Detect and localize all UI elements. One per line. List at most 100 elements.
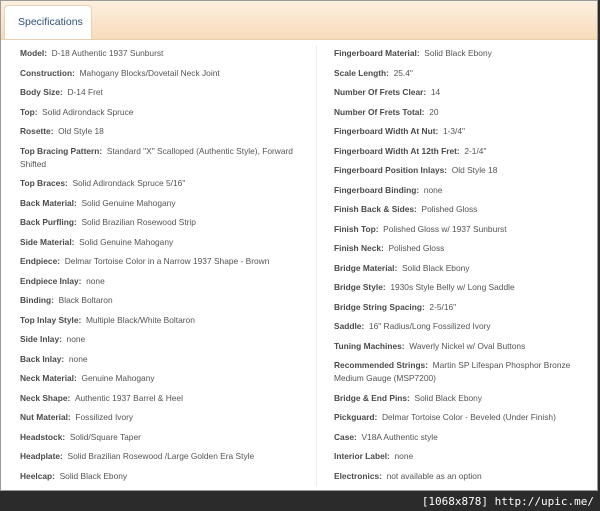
- spec-value: Polished Gloss: [388, 243, 445, 253]
- spec-row: Nut Material: Fossilized Ivory: [20, 411, 310, 424]
- spec-label: Top:: [20, 106, 38, 117]
- spec-label: Top Inlay Style:: [20, 314, 82, 325]
- spec-row: Top: Solid Adirondack Spruce: [20, 106, 310, 119]
- spec-row: Neck Shape: Authentic 1937 Barrel & Heel: [20, 392, 310, 405]
- spec-label: Neck Material:: [20, 373, 77, 384]
- spec-value: Solid Brazilian Rosewood Strip: [81, 217, 196, 228]
- spec-label: Bridge Style:: [334, 282, 386, 292]
- spec-value: none: [394, 451, 414, 462]
- spec-value: 16" Radius/Long Fossilized Ivory: [368, 321, 491, 331]
- spec-row: Headstock: Solid/Square Taper: [20, 431, 310, 444]
- spec-value: Authentic 1937 Barrel & Heel: [74, 392, 183, 403]
- spec-row: Bridge & End Pins: Solid Black Ebony: [334, 392, 596, 405]
- spec-value: Multiple Black/White Boltaron: [85, 314, 195, 325]
- spec-label: Endpiece:: [20, 256, 61, 267]
- spec-label: Fingerboard Binding:: [334, 184, 420, 195]
- spec-label: Headplate:: [20, 451, 63, 462]
- spec-value: 2-1/4": [464, 145, 487, 156]
- spec-label: Number Of Frets Total:: [334, 106, 425, 117]
- spec-value: D-18 Authentic 1937 Sunburst: [51, 48, 164, 58]
- spec-value: Old Style 18: [58, 126, 104, 136]
- spec-row: Neck Material: Genuine Mahogany: [20, 372, 310, 385]
- spec-row: Finish Back & Sides: Polished Gloss: [334, 203, 596, 216]
- spec-value: Mahogany Blocks/Dovetail Neck Joint: [79, 67, 220, 78]
- tab-bar: Specifications: [1, 1, 597, 40]
- spec-value: Waverly Nickel w/ Oval Buttons: [409, 340, 526, 351]
- spec-label: Fingerboard Material:: [334, 48, 420, 58]
- spec-label: Bridge String Spacing:: [334, 301, 425, 312]
- spec-value: 1-3/4": [442, 126, 466, 136]
- tab-specifications[interactable]: Specifications: [4, 5, 92, 39]
- spec-row: Top Braces: Solid Adirondack Spruce 5/16…: [20, 177, 310, 190]
- spec-label: Back Material:: [20, 197, 77, 208]
- spec-row: Side Inlay: none: [20, 333, 310, 346]
- spec-row: Endpiece Inlay: none: [20, 275, 310, 288]
- spec-row: Fingerboard Width At Nut: 1-3/4": [334, 125, 596, 138]
- specs-right-column: Fingerboard Material: Solid Black Ebony S…: [334, 47, 596, 489]
- spec-value: Solid Adirondack Spruce: [42, 106, 134, 117]
- spec-value: Polished Gloss w/ 1937 Sunburst: [383, 223, 507, 234]
- spec-row: Bridge String Spacing: 2-5/16": [334, 301, 596, 314]
- spec-label: Finish Top:: [334, 223, 379, 234]
- spec-value: Delmar Tortoise Color - Beveled (Under F…: [381, 412, 556, 423]
- spec-value: Solid Adirondack Spruce 5/16": [72, 178, 186, 189]
- spec-row: Bridge Style: 1930s Style Belly w/ Long …: [334, 281, 596, 294]
- spec-row: Side Material: Solid Genuine Mahogany: [20, 236, 310, 249]
- spec-row: Heelcap: Solid Black Ebony: [20, 470, 310, 483]
- spec-label: Binding:: [20, 295, 54, 306]
- spec-row: Recommended Strings: Martin SP Lifespan …: [334, 359, 596, 385]
- spec-label: Pickguard:: [334, 412, 378, 423]
- spec-row: Number Of Frets Total: 20: [334, 106, 596, 119]
- spec-label: Finish Back & Sides:: [334, 204, 417, 214]
- spec-value: Old Style 18: [451, 165, 498, 175]
- spec-label: Top Bracing Pattern:: [20, 145, 103, 156]
- spec-label: Fingerboard Width At Nut:: [334, 126, 439, 136]
- spec-label: Heelcap:: [20, 470, 55, 481]
- spec-row: Fingerboard Material: Solid Black Ebony: [334, 47, 596, 60]
- spec-label: Rosette:: [20, 126, 54, 136]
- spec-label: Headstock:: [20, 431, 66, 442]
- spec-label: Fingerboard Position Inlays:: [334, 165, 448, 175]
- spec-row: Electronics: not available as an option: [334, 470, 596, 483]
- spec-value: 20: [429, 106, 439, 117]
- spec-row: Top Bracing Pattern: Standard "X" Scallo…: [20, 145, 310, 171]
- spec-row: Model: D-18 Authentic 1937 Sunburst: [20, 47, 310, 60]
- spec-label: Body Size:: [20, 87, 63, 97]
- spec-row: Bridge Material: Solid Black Ebony: [334, 262, 596, 275]
- specifications-panel: Specifications Model: D-18 Authentic 193…: [0, 0, 598, 491]
- spec-row: Binding: Black Boltaron: [20, 294, 310, 307]
- spec-label: Fingerboard Width At 12th Fret:: [334, 145, 460, 156]
- spec-label: Nut Material:: [20, 412, 71, 423]
- spec-row: Fingerboard Position Inlays: Old Style 1…: [334, 164, 596, 177]
- spec-label: Recommended Strings:: [334, 360, 429, 370]
- spec-label: Neck Shape:: [20, 392, 71, 403]
- spec-row: Back Purfling: Solid Brazilian Rosewood …: [20, 216, 310, 229]
- spec-row: Interior Label: none: [334, 450, 596, 463]
- column-divider: [316, 45, 317, 486]
- spec-row: Number Of Frets Clear: 14: [334, 86, 596, 99]
- spec-value: Solid Genuine Mahogany: [79, 236, 174, 247]
- spec-value: 2-5/16": [429, 301, 457, 312]
- spec-label: Scale Length:: [334, 67, 389, 78]
- spec-row: Back Material: Solid Genuine Mahogany: [20, 197, 310, 210]
- spec-row: Saddle: 16" Radius/Long Fossilized Ivory: [334, 320, 596, 333]
- spec-row: Back Inlay: none: [20, 353, 310, 366]
- spec-value: 14: [430, 87, 441, 97]
- spec-value: none: [68, 353, 88, 364]
- spec-row: Fingerboard Binding: none: [334, 184, 596, 197]
- specs-left-column: Model: D-18 Authentic 1937 Sunburst Const…: [20, 47, 310, 489]
- spec-row: Headplate: Solid Brazilian Rosewood /Lar…: [20, 450, 310, 463]
- spec-value: none: [423, 184, 443, 195]
- spec-value: none: [66, 334, 86, 345]
- spec-value: Delmar Tortoise Color in a Narrow 1937 S…: [64, 256, 270, 267]
- spec-row: Scale Length: 25.4": [334, 67, 596, 80]
- spec-label: Electronics:: [334, 470, 382, 481]
- spec-value: Solid Genuine Mahogany: [81, 197, 176, 208]
- spec-label: Side Material:: [20, 236, 75, 247]
- spec-label: Number Of Frets Clear:: [334, 87, 427, 97]
- spec-row: Top Inlay Style: Multiple Black/White Bo…: [20, 314, 310, 327]
- spec-row: Fingerboard Width At 12th Fret: 2-1/4": [334, 145, 596, 158]
- spec-row: Body Size: D-14 Fret: [20, 86, 310, 99]
- spec-label: Bridge Material:: [334, 262, 398, 273]
- spec-value: not available as an option: [386, 470, 482, 481]
